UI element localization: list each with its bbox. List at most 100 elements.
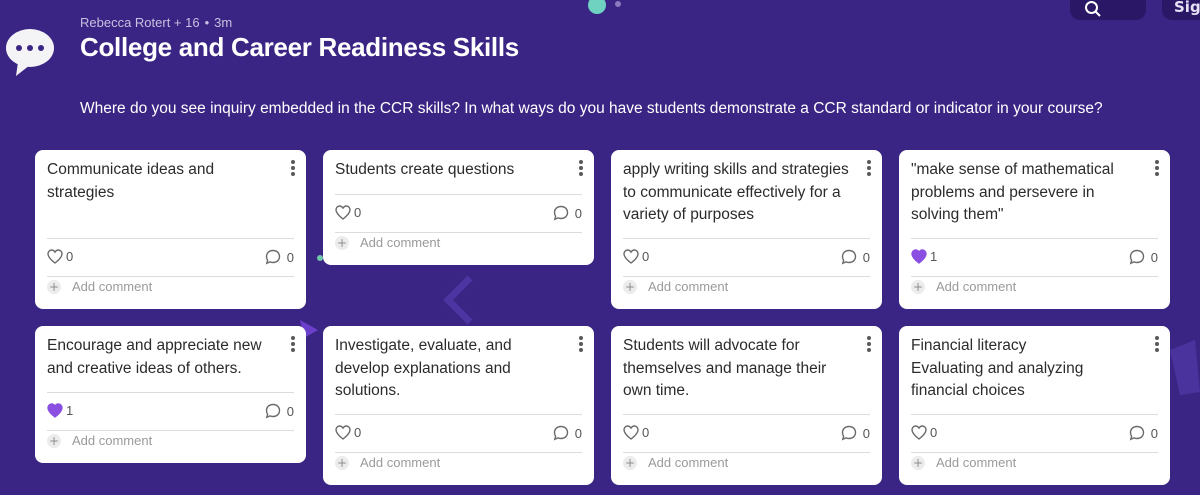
add-comment-label: Add comment: [72, 433, 153, 448]
like-button[interactable]: 1: [47, 403, 73, 418]
add-comment-button[interactable]: + Add comment: [623, 455, 728, 470]
like-button[interactable]: 0: [623, 425, 649, 440]
card-divider: [911, 276, 1158, 277]
comment-button[interactable]: 0: [1129, 425, 1158, 441]
post-card[interactable]: Students create questions 0 0 + Add comment: [323, 150, 594, 265]
reaction-row: 00: [47, 249, 294, 269]
like-button[interactable]: 0: [335, 205, 361, 220]
signup-button[interactable]: Sig: [1162, 0, 1200, 20]
comment-button[interactable]: 0: [553, 425, 582, 441]
add-comment-button[interactable]: + Add comment: [47, 279, 152, 294]
like-button[interactable]: 0: [335, 425, 361, 440]
card-text: Encourage and appreciate new and creativ…: [47, 337, 262, 377]
like-count: 0: [930, 425, 938, 440]
plus-icon: +: [623, 279, 637, 294]
kebab-menu-icon[interactable]: [288, 335, 298, 353]
post-card[interactable]: Communicate ideas and strategies 0 0 + Add c…: [35, 150, 306, 309]
like-count: 0: [642, 249, 650, 264]
comment-icon: [553, 425, 568, 441]
plus-icon: +: [335, 455, 349, 470]
kebab-menu-icon[interactable]: [288, 159, 298, 177]
kebab-menu-icon[interactable]: [864, 335, 874, 353]
add-comment-label: Add comment: [936, 279, 1017, 294]
card-divider: [623, 238, 870, 239]
card-text: "make sense of mathematical problems and…: [911, 161, 1114, 223]
like-button[interactable]: 0: [623, 249, 649, 264]
add-comment-button[interactable]: + Add comment: [47, 433, 152, 448]
heart-icon: [47, 249, 63, 264]
plus-icon: +: [623, 455, 637, 470]
like-count: 1: [930, 249, 938, 264]
comment-button[interactable]: 0: [841, 249, 870, 265]
post-card[interactable]: Encourage and appreciate new and creativ…: [35, 326, 306, 463]
add-comment-button[interactable]: + Add comment: [335, 235, 440, 250]
add-comment-label: Add comment: [360, 235, 441, 250]
like-button[interactable]: 1: [911, 249, 937, 264]
comment-count: 0: [1150, 425, 1158, 441]
comment-icon: [265, 403, 280, 419]
card-divider: [335, 452, 582, 453]
comment-button[interactable]: 0: [841, 425, 870, 441]
plus-icon: +: [47, 433, 61, 448]
heart-icon: [911, 249, 927, 264]
comment-icon: [841, 425, 856, 441]
heart-icon: [911, 425, 927, 440]
like-count: 0: [66, 249, 74, 264]
speech-bubble-icon: [6, 29, 54, 76]
card-text: apply writing skills and strategies to c…: [623, 161, 849, 223]
plus-icon: +: [911, 279, 925, 294]
heart-icon: [47, 403, 63, 418]
add-comment-button[interactable]: + Add comment: [911, 455, 1016, 470]
kebab-menu-icon[interactable]: [576, 159, 586, 177]
comment-button[interactable]: 0: [265, 249, 294, 265]
like-button[interactable]: 0: [911, 425, 937, 440]
kebab-menu-icon[interactable]: [576, 335, 586, 353]
reaction-row: 00: [911, 425, 1158, 445]
card-text: Students create questions: [335, 161, 515, 178]
comment-count: 0: [574, 205, 582, 221]
card-text: Students will advocate for themselves an…: [623, 337, 827, 399]
like-count: 0: [642, 425, 650, 440]
comment-icon: [265, 249, 280, 265]
like-button[interactable]: 0: [47, 249, 73, 264]
add-comment-button[interactable]: + Add comment: [623, 279, 728, 294]
add-comment-label: Add comment: [72, 279, 153, 294]
page-title: College and Career Readiness Skills: [80, 32, 519, 62]
meta-separator: •: [204, 15, 210, 30]
search-icon: [1085, 1, 1101, 17]
kebab-menu-icon[interactable]: [1152, 159, 1162, 177]
plus-icon: +: [47, 279, 61, 294]
add-comment-button[interactable]: + Add comment: [911, 279, 1016, 294]
comment-button[interactable]: 0: [553, 205, 582, 221]
post-card[interactable]: Students will advocate for themselves an…: [611, 326, 882, 485]
post-card[interactable]: "make sense of mathematical problems and…: [899, 150, 1170, 309]
comment-count: 0: [286, 403, 294, 419]
comment-icon: [841, 249, 856, 265]
reaction-row: 00: [623, 425, 870, 445]
timestamp: 3m: [214, 15, 233, 30]
comment-count: 0: [862, 249, 870, 265]
add-comment-label: Add comment: [360, 455, 441, 470]
heart-icon: [623, 249, 639, 264]
add-comment-label: Add comment: [936, 455, 1017, 470]
reaction-row: 00: [623, 249, 870, 269]
comment-count: 0: [862, 425, 870, 441]
author-label[interactable]: Rebecca Rotert + 16: [80, 15, 200, 30]
post-meta: Rebecca Rotert + 16 • 3m: [80, 15, 232, 30]
kebab-menu-icon[interactable]: [864, 159, 874, 177]
card-text: Communicate ideas and strategies: [47, 161, 215, 201]
card-divider: [911, 414, 1158, 415]
card-divider: [623, 414, 870, 415]
post-card[interactable]: apply writing skills and strategies to c…: [611, 150, 882, 309]
card-divider: [623, 452, 870, 453]
add-comment-button[interactable]: + Add comment: [335, 455, 440, 470]
pager-dots: [588, 0, 622, 18]
comment-button[interactable]: 0: [1129, 249, 1158, 265]
search-button[interactable]: [1070, 0, 1146, 20]
post-card[interactable]: Financial literacy Evaluating and analyz…: [899, 326, 1170, 485]
post-card[interactable]: Investigate, evaluate, and develop expla…: [323, 326, 594, 485]
card-divider: [623, 276, 870, 277]
reaction-row: 00: [335, 425, 582, 445]
kebab-menu-icon[interactable]: [1152, 335, 1162, 353]
comment-button[interactable]: 0: [265, 403, 294, 419]
